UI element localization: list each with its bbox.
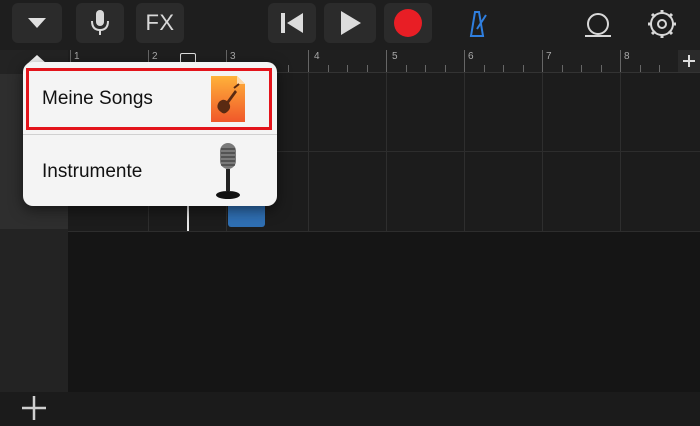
metronome-button[interactable] <box>462 9 492 44</box>
gear-icon <box>648 10 676 38</box>
skip-back-icon <box>281 13 303 33</box>
ruler-tick <box>347 65 348 72</box>
chevron-down-icon <box>28 18 46 28</box>
menu-item-instrumente[interactable]: Instrumente <box>23 135 277 207</box>
bar-number: 1 <box>74 51 80 62</box>
ruler-tick <box>386 50 387 72</box>
bar-gridline <box>308 73 309 231</box>
bar-number: 8 <box>624 51 630 62</box>
ruler-tick <box>366 65 368 72</box>
ruler-tick <box>425 65 426 72</box>
bar-number: 7 <box>546 51 552 62</box>
ruler-tick <box>542 50 543 72</box>
ruler-tick <box>639 65 641 72</box>
ruler-tick <box>620 50 621 72</box>
bar-number: 5 <box>392 51 398 62</box>
highlight-box <box>26 68 272 130</box>
browser-menu-button[interactable] <box>12 3 62 43</box>
ruler-tick <box>444 65 446 72</box>
add-section-button[interactable] <box>678 50 700 72</box>
record-icon <box>394 9 422 37</box>
ruler-tick <box>405 65 407 72</box>
fx-button[interactable]: FX <box>136 3 184 43</box>
ruler-tick <box>581 65 582 72</box>
ruler-tick <box>308 50 309 72</box>
ruler-tick <box>600 65 602 72</box>
bar-number: 6 <box>468 51 474 62</box>
bar-number: 2 <box>152 51 158 62</box>
ruler-tick <box>464 50 465 72</box>
bar-gridline <box>464 73 465 231</box>
browser-popover: Meine Songs Instrumente <box>23 62 277 206</box>
loop-icon <box>585 13 611 37</box>
microphone-icon <box>216 143 240 199</box>
bar-gridline <box>542 73 543 231</box>
microphone-icon <box>91 10 109 35</box>
add-track-icon[interactable] <box>16 390 52 426</box>
menu-item-label: Instrumente <box>42 161 143 182</box>
toolbar: FX <box>0 0 700 51</box>
bar-gridline <box>620 73 621 231</box>
ruler-tick <box>483 65 485 72</box>
rewind-button[interactable] <box>268 3 316 43</box>
fx-label: FX <box>145 10 175 35</box>
record-button[interactable] <box>384 3 432 43</box>
ruler-tick <box>561 65 563 72</box>
ruler-tick <box>327 65 329 72</box>
ruler-tick <box>503 65 504 72</box>
ruler-tick <box>522 65 524 72</box>
ruler-tick <box>659 65 660 72</box>
loop-button[interactable] <box>582 10 614 45</box>
metronome-icon <box>469 11 487 37</box>
ruler-tick <box>287 65 289 72</box>
plus-icon <box>683 55 695 67</box>
microphone-button[interactable] <box>76 3 124 43</box>
settings-button[interactable] <box>646 8 678 45</box>
play-icon <box>341 11 361 35</box>
bar-number: 4 <box>314 51 320 62</box>
play-button[interactable] <box>324 3 376 43</box>
bar-number: 3 <box>230 51 236 62</box>
bar-gridline <box>386 73 387 231</box>
